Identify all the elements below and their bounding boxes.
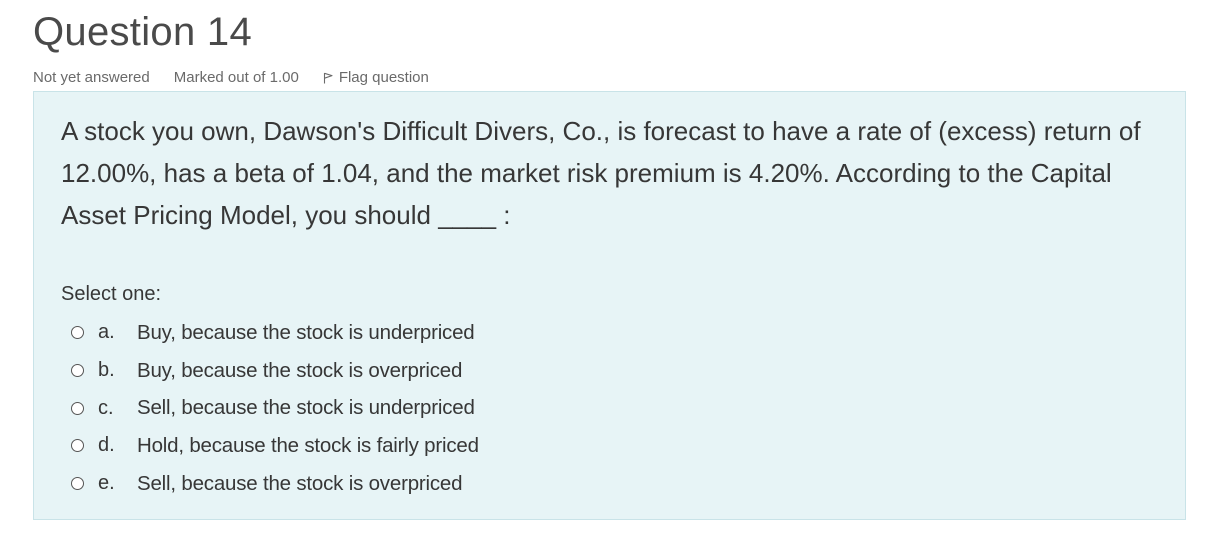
answer-option-d[interactable]: d. Hold, because the stock is fairly pri…	[71, 427, 479, 465]
flag-icon	[323, 72, 333, 84]
option-letter: d.	[98, 434, 115, 457]
answer-options: a. Buy, because the stock is underpriced…	[71, 314, 479, 502]
question-text: A stock you own, Dawson's Difficult Dive…	[61, 116, 1141, 230]
flag-question-button[interactable]: Flag question	[323, 68, 429, 88]
question-info: Not yet answered Marked out of 1.00 Flag…	[33, 68, 429, 88]
radio-unchecked-icon[interactable]	[71, 401, 84, 415]
answer-option-c[interactable]: c. Sell, because the stock is underprice…	[71, 389, 479, 427]
radio-unchecked-icon[interactable]	[71, 439, 84, 453]
quiz-page: Question 14 Not yet answered Marked out …	[0, 0, 1221, 535]
question-formulation: A stock you own, Dawson's Difficult Dive…	[33, 91, 1186, 520]
answer-option-b[interactable]: b. Buy, because the stock is overpriced	[71, 352, 479, 390]
option-letter: c.	[98, 396, 114, 419]
radio-unchecked-icon[interactable]	[71, 326, 84, 340]
radio-unchecked-icon[interactable]	[71, 364, 84, 378]
flag-question-label: Flag question	[338, 69, 429, 86]
question-state: Not yet answered	[33, 69, 150, 86]
option-letter: a.	[98, 321, 115, 344]
radio-unchecked-icon[interactable]	[71, 477, 84, 491]
option-letter: e.	[98, 472, 115, 495]
option-label[interactable]: Sell, because the stock is overpriced	[137, 472, 463, 496]
question-grade: Marked out of 1.00	[173, 69, 299, 86]
option-letter: b.	[98, 359, 115, 382]
answer-option-e[interactable]: e. Sell, because the stock is overpriced	[71, 465, 479, 503]
option-label[interactable]: Buy, because the stock is underpriced	[137, 321, 475, 345]
answer-option-a[interactable]: a. Buy, because the stock is underpriced	[71, 314, 479, 352]
option-label[interactable]: Hold, because the stock is fairly priced	[137, 434, 479, 458]
option-label[interactable]: Buy, because the stock is overpriced	[137, 359, 462, 383]
question-title: Question 14	[33, 10, 253, 54]
option-label[interactable]: Sell, because the stock is underpriced	[137, 396, 475, 420]
select-one-prompt: Select one:	[61, 283, 162, 305]
